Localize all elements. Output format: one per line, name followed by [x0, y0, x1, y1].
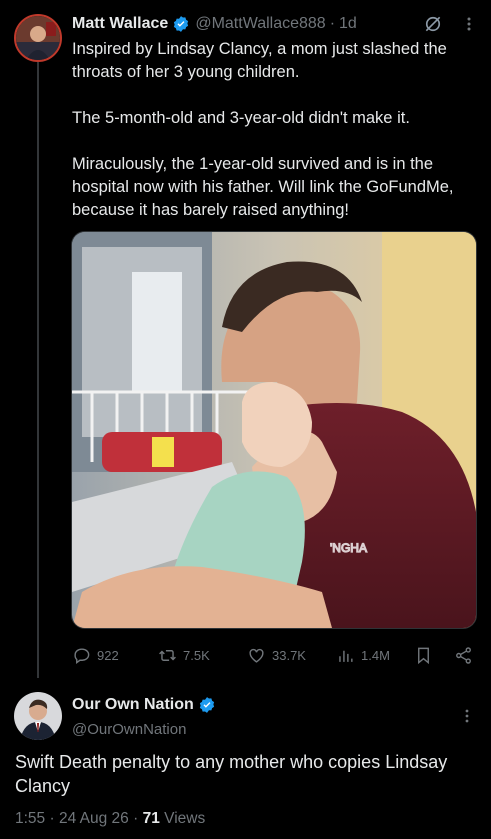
like-count: 33.7K: [272, 647, 306, 663]
verified-badge-icon: [199, 697, 214, 713]
repost-icon: [159, 649, 176, 661]
views-button[interactable]: 1.4M: [336, 642, 390, 668]
separator-dot: ·: [49, 810, 55, 827]
repost-count: 7.5K: [183, 647, 210, 663]
views-count: 1.4M: [361, 647, 390, 663]
reply-date[interactable]: 24 Aug 26: [59, 810, 129, 827]
like-button[interactable]: 33.7K: [247, 642, 306, 668]
reply-views-label: Views: [164, 810, 206, 827]
like-icon: [249, 648, 264, 663]
repost-button[interactable]: 7.5K: [158, 642, 210, 668]
reply-meta: 1:55 · 24 Aug 26 · 71 Views: [15, 810, 205, 828]
author-name[interactable]: Matt Wallace: [72, 15, 168, 33]
reply-icon: [74, 647, 90, 664]
bookmark-icon: [418, 647, 429, 664]
separator-dot: ·: [133, 810, 139, 827]
thread-line: [37, 62, 39, 678]
tweet-text: Inspired by Lindsay Clancy, a mom just s…: [72, 38, 477, 245]
share-icon: [456, 646, 471, 664]
tweet-paragraph: Inspired by Lindsay Clancy, a mom just s…: [72, 40, 447, 81]
reply-author-avatar[interactable]: [14, 692, 62, 740]
reply-button[interactable]: 922: [72, 642, 119, 668]
grok-icon[interactable]: [423, 14, 443, 34]
tweet-paragraph: The 5-month-old and 3-year-old didn't ma…: [72, 109, 410, 127]
bookmark-button[interactable]: [414, 642, 439, 668]
reply-time[interactable]: 1:55: [15, 810, 45, 827]
share-button[interactable]: [454, 642, 479, 668]
author-handle[interactable]: @MattWallace888: [195, 15, 325, 33]
reply-views-count: 71: [142, 810, 160, 827]
reply-text: Swift Death penalty to any mother who co…: [15, 752, 448, 796]
reply-author-handle[interactable]: @OurOwnNation: [72, 721, 186, 738]
svg-text:'NGHA: 'NGHA: [330, 541, 367, 555]
tweet-header: Matt Wallace @MattWallace888 · 1d: [72, 13, 477, 35]
tweet-photo[interactable]: 'NGHA: [71, 231, 477, 629]
separator-dot: ·: [329, 15, 336, 32]
reply-author-row: Our Own Nation: [72, 696, 221, 714]
views-icon: [339, 650, 353, 662]
tweet-paragraph: Miraculously, the 1-year-old survived an…: [72, 155, 454, 219]
more-icon[interactable]: [461, 16, 477, 32]
tweet-action-bar: 922 7.5K 33.7K 1.4M: [72, 642, 482, 668]
author-avatar[interactable]: [14, 14, 62, 62]
tweet-time[interactable]: 1d: [339, 15, 357, 33]
reply-author-name[interactable]: Our Own Nation: [72, 696, 194, 714]
more-icon[interactable]: [460, 708, 474, 724]
reply-count: 922: [97, 647, 119, 663]
verified-badge-icon: [174, 16, 189, 32]
